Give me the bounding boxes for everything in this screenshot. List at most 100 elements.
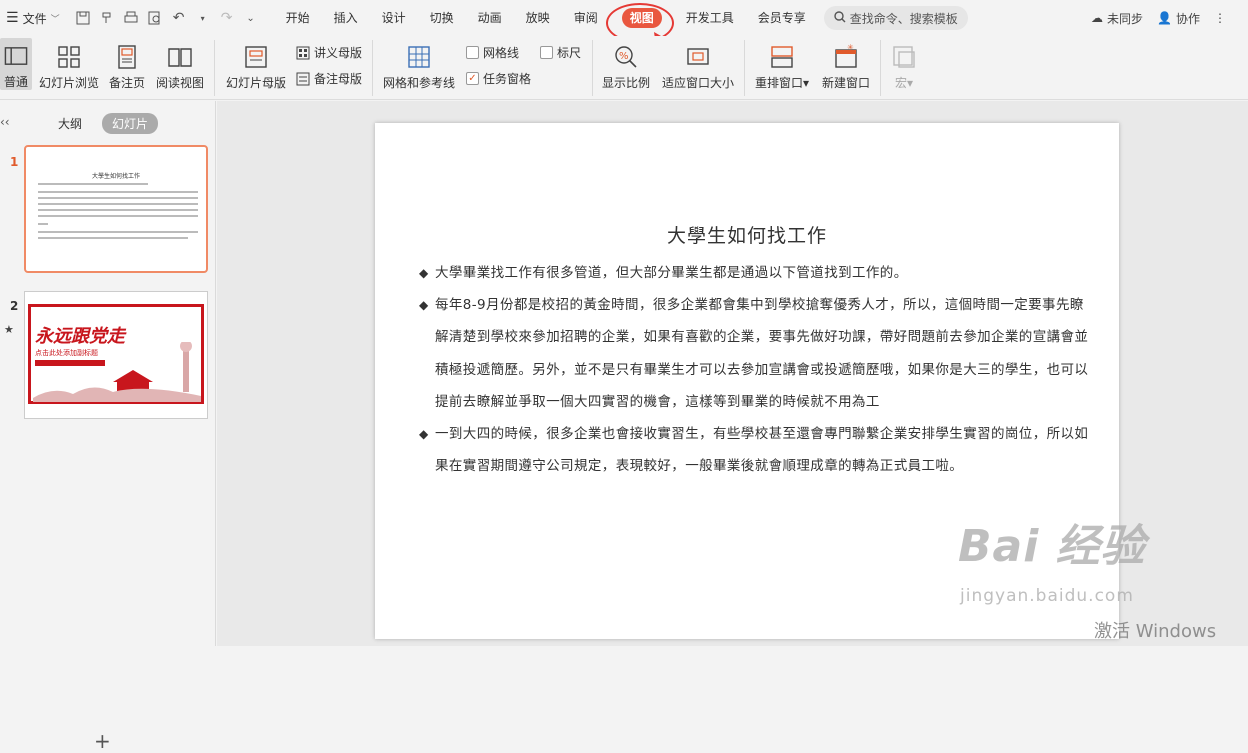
gridlines-checkbox[interactable]: 网格线 xyxy=(466,44,519,61)
slide-body[interactable]: ◆ 大學畢業找工作有很多管道，但大部分畢業生都是通過以下管道找到工作的。 ◆ 每… xyxy=(419,257,1089,482)
notes-master-icon xyxy=(296,72,310,85)
new-window-button[interactable]: ✳ 新建窗口 xyxy=(818,38,874,91)
task-pane-check-box[interactable]: ✓ xyxy=(466,72,479,85)
view-ribbon: 普通 幻灯片浏览 备注页 阅读视图 幻灯片母版 讲义母版 备注母版 网格和参考线… xyxy=(0,36,1248,100)
thumbnail-text-line xyxy=(38,209,198,211)
notes-page-button[interactable]: 备注页 xyxy=(106,38,148,91)
slide-sorter-button[interactable]: 幻灯片浏览 xyxy=(38,38,100,91)
thumbnail-text-line xyxy=(38,223,48,225)
more-icon[interactable]: ⋮ xyxy=(1214,11,1226,25)
bullet-item: ◆ 每年8-9月份都是校招的黃金時間，很多企業都會集中到學校搶奪優秀人才，所以，… xyxy=(419,289,1089,418)
slide-title[interactable]: 大學生如何找工作 xyxy=(375,221,1119,248)
sync-label: 未同步 xyxy=(1107,11,1144,26)
arrange-windows-icon xyxy=(771,46,793,68)
ribbon-separator xyxy=(880,40,881,96)
normal-view-button[interactable]: 普通 xyxy=(0,38,32,90)
redo-icon[interactable]: ↷ xyxy=(216,7,238,29)
format-painter-icon[interactable] xyxy=(96,7,118,29)
handout-master-button[interactable]: 讲义母版 xyxy=(296,44,362,61)
search-icon xyxy=(834,10,846,26)
tab-member[interactable]: 会员专享 xyxy=(746,0,818,36)
top-right-actions: ☁ 未同步 👤 协作 ⋮ xyxy=(1091,0,1248,36)
tab-slides[interactable]: 幻灯片 xyxy=(102,113,159,134)
collab-label: 协作 xyxy=(1175,11,1200,26)
book-icon xyxy=(168,48,192,67)
print-icon[interactable] xyxy=(120,7,142,29)
undo-dropdown-icon[interactable]: ▾ xyxy=(192,7,214,29)
animation-star-icon: ★ xyxy=(4,323,14,336)
thumbnail-text-line xyxy=(38,203,198,205)
slide-thumbnail-1[interactable]: 大學生如何找工作 xyxy=(24,145,208,273)
svg-text:✳: ✳ xyxy=(847,44,854,52)
collab-button[interactable]: 👤 协作 xyxy=(1157,10,1200,27)
gridlines-label: 网格线 xyxy=(483,46,520,60)
reading-view-button[interactable]: 阅读视图 xyxy=(154,38,206,91)
handout-master-icon xyxy=(296,46,310,59)
tab-label: 放映 xyxy=(525,11,550,25)
arrange-windows-button[interactable]: 重排窗口▾ xyxy=(752,38,812,91)
notes-page-label: 备注页 xyxy=(108,76,145,90)
tab-label: 开始 xyxy=(285,11,310,25)
new-window-label: 新建窗口 xyxy=(821,76,870,90)
macro-icon xyxy=(893,46,915,68)
command-search[interactable]: 查找命令、搜索模板 xyxy=(823,6,968,30)
diamond-bullet-icon: ◆ xyxy=(419,427,429,442)
ruler-checkbox[interactable]: 标尺 xyxy=(540,44,581,61)
reading-view-label: 阅读视图 xyxy=(155,76,204,90)
ruler-check-box[interactable] xyxy=(540,46,553,59)
cloud-icon: ☁ xyxy=(1091,11,1104,25)
tab-review[interactable]: 审阅 xyxy=(562,0,610,36)
save-icon[interactable] xyxy=(72,7,94,29)
tab-transitions[interactable]: 切换 xyxy=(418,0,466,36)
chevron-down-icon: ﹀ xyxy=(50,14,60,25)
bullet-item: ◆ 一到大四的時候，很多企業也會接收實習生，有些學校甚至還會專門聯繫企業安排學生… xyxy=(419,418,1089,482)
tab-slideshow[interactable]: 放映 xyxy=(514,0,562,36)
slide-number: 2 xyxy=(10,299,19,313)
hamburger-icon: ☰ xyxy=(6,10,19,26)
normal-view-label: 普通 xyxy=(3,75,28,89)
watermark-url: jingyan.baidu.com xyxy=(960,586,1134,606)
quick-access-toolbar: ↶ ▾ ↷ ⌄ xyxy=(66,7,262,29)
new-window-icon: ✳ xyxy=(835,44,857,68)
gridlines-check-box[interactable] xyxy=(466,46,479,59)
handout-master-label: 讲义母版 xyxy=(314,46,363,60)
slide-thumbnail-2[interactable]: 永远跟党走 点击此处添加副标题 xyxy=(24,291,208,419)
grid-guides-label: 网格和参考线 xyxy=(382,76,455,90)
tab-design[interactable]: 设计 xyxy=(370,0,418,36)
file-menu[interactable]: ☰ 文件 ﹀ xyxy=(0,0,66,36)
tab-label: 会员专享 xyxy=(757,11,806,25)
print-preview-icon[interactable] xyxy=(144,7,166,29)
tab-label: 视图 xyxy=(621,8,662,28)
collapse-panel-icon[interactable]: ‹‹ xyxy=(0,115,10,129)
sync-status[interactable]: ☁ 未同步 xyxy=(1091,10,1143,27)
grid-icon xyxy=(408,46,430,68)
slide-master-icon xyxy=(245,46,267,68)
zoom-button[interactable]: % 显示比例 xyxy=(600,38,652,91)
tiananmen-illustration xyxy=(33,342,201,402)
tab-label: 切换 xyxy=(429,11,454,25)
tab-label: 插入 xyxy=(333,11,358,25)
slide-master-button[interactable]: 幻灯片母版 xyxy=(224,38,288,91)
svg-text:%: % xyxy=(619,51,629,62)
undo-icon[interactable]: ↶ xyxy=(168,7,190,29)
tab-label: 审阅 xyxy=(573,11,598,25)
grid-guides-button[interactable]: 网格和参考线 xyxy=(382,38,456,91)
tab-label: 动画 xyxy=(477,11,502,25)
fit-window-button[interactable]: 适应窗口大小 xyxy=(660,38,736,91)
notes-master-button[interactable]: 备注母版 xyxy=(296,70,362,87)
macro-button[interactable]: 宏▾ xyxy=(886,38,922,91)
add-slide-icon[interactable]: + xyxy=(94,729,111,753)
notes-page-icon xyxy=(118,45,136,69)
task-pane-checkbox[interactable]: ✓ 任务窗格 xyxy=(466,70,531,87)
tab-insert[interactable]: 插入 xyxy=(322,0,370,36)
slide-sorter-icon xyxy=(58,46,80,68)
tab-home[interactable]: 开始 xyxy=(274,0,322,36)
fit-window-icon xyxy=(687,48,709,65)
tab-outline[interactable]: 大纲 xyxy=(48,113,92,134)
slide-sorter-label: 幻灯片浏览 xyxy=(38,76,99,90)
customize-dropdown-icon[interactable]: ⌄ xyxy=(240,7,262,29)
zoom-label: 显示比例 xyxy=(601,76,650,90)
tab-animations[interactable]: 动画 xyxy=(466,0,514,36)
watermark-logo: Bai 经验 xyxy=(958,521,1146,572)
ribbon-separator xyxy=(372,40,373,96)
